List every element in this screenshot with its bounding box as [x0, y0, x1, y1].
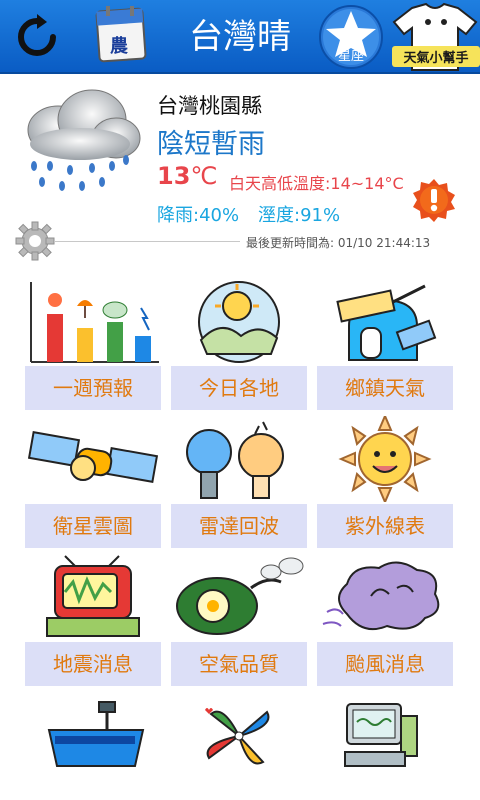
tile-air-quality[interactable]: 空氣品質	[171, 554, 307, 688]
tile-uv[interactable]: 紫外線表	[317, 413, 453, 550]
tile-earthquake[interactable]: 地震消息	[25, 554, 161, 688]
air-quality-icon	[171, 554, 307, 640]
refresh-button[interactable]	[14, 14, 60, 60]
tile-satellite[interactable]: 衛星雲圖	[25, 416, 161, 550]
tile-week-forecast[interactable]: 一週預報	[25, 278, 161, 412]
tile-today-local[interactable]: 今日各地	[171, 278, 307, 412]
weather-condition: 陰短暫雨	[157, 129, 265, 160]
tile-typhoon[interactable]: 颱風消息	[317, 554, 453, 688]
current-weather-panel: 台灣桃園縣 陰短暫雨 13℃ 白天高低溫度:14~14°C 降雨:40% 溼度:…	[0, 74, 480, 262]
humidity: 溼度:91%	[258, 205, 341, 226]
tile-label: 空氣品質	[171, 642, 307, 686]
zodiac-label: 星座	[337, 49, 364, 64]
pinwheel-icon	[171, 696, 307, 782]
uv-sun-icon	[317, 413, 453, 505]
temperature-unit: ℃	[190, 162, 218, 190]
today-local-icon	[171, 278, 307, 364]
weather-station-icon	[25, 696, 161, 782]
refresh-icon	[18, 14, 56, 56]
tile-label: 紫外線表	[317, 504, 453, 548]
farmer-calendar-button[interactable]: 農	[92, 4, 150, 66]
rain-cloud-icon	[20, 84, 142, 196]
current-temperature: 13℃	[157, 162, 217, 190]
weather-helper-button[interactable]: 天氣小幫手	[390, 2, 480, 72]
daytime-temp-range: 白天高低溫度:14~14°C	[229, 174, 404, 193]
tile-row4-left[interactable]	[25, 696, 161, 800]
calendar-label: 農	[110, 36, 128, 57]
location-name: 台灣桃園縣	[157, 94, 262, 118]
temperature-value: 13	[157, 162, 191, 190]
tile-label: 颱風消息	[317, 642, 453, 686]
tile-label: 雷達回波	[171, 504, 307, 548]
tile-row4-right[interactable]	[317, 696, 453, 800]
zodiac-button[interactable]: 星座	[316, 4, 386, 70]
tile-radar[interactable]: 雷達回波	[171, 416, 307, 550]
weather-helper-label: 天氣小幫手	[392, 46, 480, 67]
tile-label: 地震消息	[25, 642, 161, 686]
last-updated-time: 最後更新時間為: 01/10 21:44:13	[246, 236, 431, 250]
earthquake-tv-icon	[25, 554, 161, 640]
satellite-icon	[25, 416, 161, 502]
tile-label: 鄉鎮天氣	[317, 366, 453, 410]
week-forecast-chart-icon	[25, 278, 161, 364]
alert-icon[interactable]	[412, 178, 456, 222]
tile-label: 今日各地	[171, 366, 307, 410]
computer-icon	[317, 696, 453, 782]
tile-row4-middle[interactable]	[171, 696, 307, 800]
settings-gear-icon[interactable]	[14, 220, 56, 262]
tile-label: 一週預報	[25, 366, 161, 410]
typhoon-cloud-icon	[317, 554, 453, 640]
tile-label: 衛星雲圖	[25, 504, 161, 548]
tile-township-weather[interactable]: 鄉鎮天氣	[317, 278, 453, 412]
top-bar: 農 台灣晴 星座 天氣小幫手	[0, 0, 480, 74]
divider-line	[54, 241, 240, 242]
township-weather-icon	[317, 278, 453, 364]
rain-probability: 降雨:40%	[157, 205, 240, 226]
radar-icon	[171, 416, 307, 502]
app-title: 台灣晴	[189, 17, 291, 57]
